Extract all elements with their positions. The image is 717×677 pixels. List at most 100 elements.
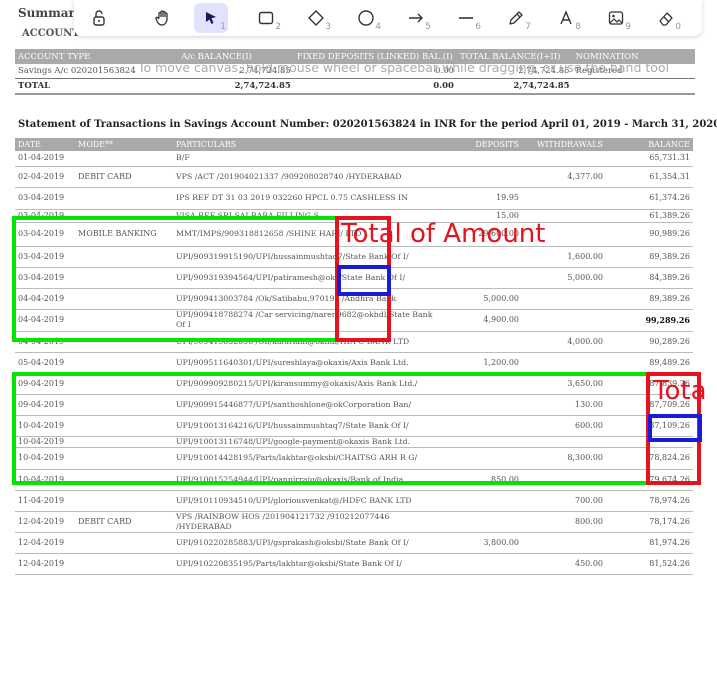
cell-mode bbox=[75, 151, 173, 167]
shortcut-key: 4 bbox=[375, 22, 381, 32]
cell-balance: 61,374.26 bbox=[606, 187, 693, 210]
table-row: 01-04-2019 B/F 65,731.31 bbox=[15, 151, 693, 167]
cell-particulars: IPS REF DT 31 03 2019 032260 HPCL 0.75 C… bbox=[173, 187, 438, 210]
cell-deposits bbox=[438, 511, 522, 533]
text-tool[interactable]: 8 bbox=[549, 3, 583, 33]
shortcut-key: 6 bbox=[475, 22, 481, 32]
cell-withdrawals bbox=[522, 309, 606, 332]
annotation-label[interactable]: Tota bbox=[653, 376, 707, 406]
cell-balance: 61,389.26 bbox=[606, 209, 693, 223]
cell-deposits bbox=[438, 246, 522, 268]
cell-deposits: 5,000.00 bbox=[438, 288, 522, 310]
cell-balance: 81,524.26 bbox=[606, 553, 693, 575]
line-icon bbox=[459, 17, 473, 19]
cell-deposits bbox=[438, 553, 522, 575]
cell-withdrawals: 450.00 bbox=[522, 553, 606, 575]
cell-date: 12-04-2019 bbox=[15, 511, 75, 533]
rectangle-tool[interactable]: 2 bbox=[249, 3, 283, 33]
cell-date: 01-04-2019 bbox=[15, 151, 75, 167]
diamond-icon bbox=[308, 10, 324, 26]
cell-mode bbox=[75, 490, 173, 512]
green-highlight-box[interactable] bbox=[12, 372, 701, 485]
table-row: 12-04-2019 DEBIT CARD VPS /RAINBOW HOS /20… bbox=[15, 511, 693, 533]
cell-withdrawals bbox=[522, 288, 606, 310]
cell-withdrawals bbox=[522, 151, 606, 167]
pointer-icon bbox=[206, 12, 216, 24]
transactions-header-cell: DEPOSITS bbox=[438, 138, 522, 151]
cell-deposits bbox=[438, 267, 522, 289]
cell-mode bbox=[75, 532, 173, 554]
summary-cell: TOTAL bbox=[15, 78, 179, 95]
cell-particulars: UPI/910220835195/Parts/lakhtar@oksbi/Sta… bbox=[173, 553, 438, 575]
cell-particulars: B/F bbox=[173, 151, 438, 167]
pointer-tool[interactable]: 1 bbox=[194, 3, 228, 33]
cell-withdrawals bbox=[522, 352, 606, 374]
summary-total-row: TOTAL 2,74,724.85 0.00 2,74,724.85 bbox=[15, 78, 695, 95]
shortcut-key: 7 bbox=[525, 22, 531, 32]
table-row: 02-04-2019 DEBIT CARD VPS /ACT /2019040213… bbox=[15, 166, 693, 188]
cell-balance: 81,974.26 bbox=[606, 532, 693, 554]
transactions-header-cell: MODE** bbox=[75, 138, 173, 151]
summary-cell bbox=[572, 78, 695, 95]
cell-withdrawals: 700.00 bbox=[522, 490, 606, 512]
transactions-header-cell: BALANCE bbox=[606, 138, 693, 151]
cell-deposits bbox=[438, 151, 522, 167]
cell-balance: 90,289.26 bbox=[606, 331, 693, 353]
shortcut-key: 9 bbox=[625, 22, 631, 32]
table-row: 12-04-2019 UPI/910220835195/Parts/lakhtar… bbox=[15, 553, 693, 575]
cell-particulars: VPS /RAINBOW HOS /201904121732 /91021207… bbox=[173, 511, 438, 533]
cell-particulars: UPI/909511640301/UPI/sureshlaya@okaxis/A… bbox=[173, 352, 438, 374]
table-row: 12-04-2019 UPI/910220285883/UPI/gsprakash… bbox=[15, 532, 693, 554]
annotation-label[interactable]: Total of Amount bbox=[341, 219, 545, 249]
cell-deposits: 1,200.00 bbox=[438, 352, 522, 374]
cell-withdrawals: 1,600.00 bbox=[522, 246, 606, 268]
cell-date: 02-04-2019 bbox=[15, 166, 75, 188]
cell-withdrawals: 4,000.00 bbox=[522, 331, 606, 353]
rectangle-icon bbox=[258, 11, 274, 25]
pencil-tool[interactable]: 7 bbox=[499, 3, 533, 33]
transactions-table: DATE MODE** PARTICULARS DEPOSITS WITHDRA… bbox=[15, 138, 693, 575]
shortcut-key: 5 bbox=[425, 22, 431, 32]
table-row: 05-04-2019 UPI/909511640301/UPI/sureshlay… bbox=[15, 352, 693, 374]
transactions-body: 01-04-2019 B/F 65,731.31 02-04-2019 DEBIT CA… bbox=[15, 151, 693, 575]
summary-cell: 0.00 bbox=[293, 78, 457, 95]
eraser-tool[interactable]: 0 bbox=[649, 3, 683, 33]
cell-mode bbox=[75, 187, 173, 210]
blue-highlight-box[interactable] bbox=[648, 414, 702, 442]
cell-deposits: 3,800.00 bbox=[438, 532, 522, 554]
ellipse-tool[interactable]: 4 bbox=[349, 3, 383, 33]
transactions-header-cell: WITHDRAWALS bbox=[522, 138, 606, 151]
cell-balance: 90,989.26 bbox=[606, 222, 693, 247]
cell-withdrawals bbox=[522, 532, 606, 554]
line-tool[interactable]: 6 bbox=[449, 3, 483, 33]
image-icon bbox=[608, 11, 624, 25]
cell-date: 03-04-2019 bbox=[15, 187, 75, 210]
cell-mode: DEBIT CARD bbox=[75, 166, 173, 188]
hand-tool[interactable] bbox=[146, 3, 180, 33]
ellipse-icon bbox=[358, 10, 374, 26]
cell-balance: 78,174.26 bbox=[606, 511, 693, 533]
diamond-tool[interactable]: 3 bbox=[299, 3, 333, 33]
transactions-header-cell: PARTICULARS bbox=[173, 138, 438, 151]
cell-balance: 84,389.26 bbox=[606, 267, 693, 289]
shortcut-key: 3 bbox=[325, 22, 331, 32]
blue-highlight-box[interactable] bbox=[337, 265, 391, 296]
lock-icon bbox=[93, 10, 105, 26]
cell-date: 05-04-2019 bbox=[15, 352, 75, 374]
cell-withdrawals bbox=[522, 187, 606, 210]
cell-deposits bbox=[438, 331, 522, 353]
cell-balance: 65,731.31 bbox=[606, 151, 693, 167]
cell-particulars: UPI/910220285883/UPI/gsprakash@oksbi/Sta… bbox=[173, 532, 438, 554]
cell-deposits: 19.95 bbox=[438, 187, 522, 210]
cell-mode bbox=[75, 352, 173, 374]
account-label: ACCOUNT bbox=[22, 28, 80, 39]
cell-balance: 61,354.31 bbox=[606, 166, 693, 188]
image-tool[interactable]: 9 bbox=[599, 3, 633, 33]
text-icon bbox=[560, 10, 572, 25]
cell-deposits: 4,900.00 bbox=[438, 309, 522, 332]
transactions-header-row: DATE MODE** PARTICULARS DEPOSITS WITHDRA… bbox=[15, 138, 693, 151]
lock-tool[interactable] bbox=[82, 3, 116, 33]
table-row: 11-04-2019 UPI/910110934510/UPI/gloriousv… bbox=[15, 490, 693, 512]
drawing-toolbar: 1 2 3 4 5 6 7 8 9 0 bbox=[74, 0, 702, 36]
arrow-tool[interactable]: 5 bbox=[399, 3, 433, 33]
